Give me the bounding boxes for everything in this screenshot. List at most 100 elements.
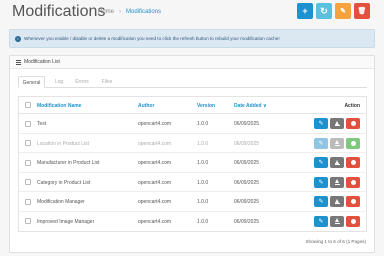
cell-version: 1.0.0 bbox=[197, 199, 209, 205]
panel-title: Modification List bbox=[24, 59, 60, 65]
delete-row-button[interactable] bbox=[346, 176, 360, 188]
column-action: Action bbox=[344, 103, 360, 109]
tab-files[interactable]: Files bbox=[100, 76, 114, 88]
circle-icon bbox=[350, 199, 356, 204]
cell-name: Modification Manager bbox=[37, 199, 85, 205]
disable-button[interactable] bbox=[330, 176, 344, 188]
table-row: Modification Manager opencart4.com 1.0.0… bbox=[19, 192, 366, 212]
edit-button[interactable]: ✎ bbox=[314, 196, 328, 207]
circle-icon bbox=[350, 121, 356, 126]
trash-icon: 🗑 bbox=[357, 8, 367, 15]
row-checkbox[interactable] bbox=[25, 198, 31, 205]
cell-name: Test bbox=[37, 121, 47, 127]
cell-version: 1.0.0 bbox=[197, 121, 209, 127]
add-button[interactable]: + bbox=[297, 3, 313, 19]
edit-button[interactable]: ✎ bbox=[314, 215, 328, 227]
cell-version: 1.0.0 bbox=[197, 140, 209, 147]
cell-name: Category in Product List bbox=[37, 179, 91, 186]
breadcrumb-modifications[interactable]: Modifications bbox=[126, 9, 161, 15]
edit-button[interactable]: ✎ bbox=[314, 137, 328, 149]
cell-author: opencart4.com bbox=[138, 199, 172, 205]
row-actions: ✎ bbox=[314, 157, 360, 168]
tab-general[interactable]: General bbox=[18, 76, 45, 88]
delete-row-button[interactable] bbox=[346, 157, 360, 168]
edit-button[interactable]: ✎ bbox=[314, 118, 328, 129]
refresh-icon: ↻ bbox=[320, 5, 328, 16]
eject-icon bbox=[334, 140, 340, 146]
pencil-icon: ✎ bbox=[318, 121, 324, 127]
table-row: Improved Image Manager opencart4.com 1.0… bbox=[19, 212, 366, 232]
pencil-icon: ✎ bbox=[318, 160, 324, 166]
modification-table: Modification Name Author Version Date Ad… bbox=[18, 96, 367, 232]
cell-version: 1.0.0 bbox=[197, 218, 209, 225]
alert-text: Whenever you enable / disable or delete … bbox=[24, 36, 280, 41]
circle-icon bbox=[350, 179, 356, 185]
row-actions: ✎ bbox=[314, 118, 360, 129]
select-all-checkbox[interactable] bbox=[25, 102, 31, 108]
circle-icon bbox=[350, 218, 356, 224]
disable-button[interactable] bbox=[330, 215, 344, 227]
disable-button[interactable] bbox=[330, 137, 344, 149]
eject-icon bbox=[334, 198, 340, 205]
cell-name: Location in Product List bbox=[37, 140, 89, 147]
row-checkbox[interactable] bbox=[25, 120, 31, 127]
column-version[interactable]: Version bbox=[197, 103, 215, 109]
eject-icon bbox=[334, 159, 340, 166]
edit-button[interactable]: ✎ bbox=[314, 176, 328, 188]
cell-author: opencart4.com bbox=[138, 160, 172, 166]
enable-button[interactable] bbox=[346, 137, 360, 149]
pencil-icon: ✎ bbox=[318, 199, 324, 205]
cell-author: opencart4.com bbox=[138, 140, 172, 147]
eject-icon bbox=[334, 179, 340, 185]
eject-icon bbox=[334, 120, 340, 127]
list-icon bbox=[16, 59, 21, 65]
delete-row-button[interactable] bbox=[346, 215, 360, 227]
cell-date: 06/09/2025 bbox=[234, 160, 260, 166]
cell-author: opencart4.com bbox=[138, 218, 172, 225]
cell-date: 06/09/2025 bbox=[234, 140, 260, 147]
cell-name: Manufacturer in Product List bbox=[37, 160, 100, 166]
column-date-added[interactable]: Date Added ∨ bbox=[234, 103, 267, 109]
column-name[interactable]: Modification Name bbox=[37, 103, 81, 109]
refresh-button[interactable]: ↻ bbox=[316, 3, 332, 19]
cell-date: 06/09/2025 bbox=[234, 121, 260, 127]
pencil-icon: ✎ bbox=[318, 140, 324, 147]
eject-icon bbox=[334, 218, 340, 224]
breadcrumb: Home › Modifications bbox=[98, 9, 161, 15]
tab-log[interactable]: Log bbox=[52, 76, 66, 88]
row-checkbox[interactable] bbox=[25, 218, 31, 224]
row-checkbox[interactable] bbox=[25, 179, 31, 185]
table-row: Location in Product List opencart4.com 1… bbox=[19, 134, 366, 153]
breadcrumb-home[interactable]: Home bbox=[98, 9, 114, 15]
disable-button[interactable] bbox=[330, 157, 344, 168]
delete-button[interactable]: 🗑 bbox=[354, 3, 370, 19]
table-header: Modification Name Author Version Date Ad… bbox=[19, 97, 366, 114]
delete-row-button[interactable] bbox=[346, 118, 360, 129]
cell-version: 1.0.0 bbox=[197, 160, 209, 166]
column-author[interactable]: Author bbox=[138, 103, 154, 109]
info-alert: i Whenever you enable / disable or delet… bbox=[9, 29, 375, 48]
edit-button[interactable]: ✎ bbox=[314, 157, 328, 168]
row-checkbox[interactable] bbox=[25, 140, 31, 146]
cell-author: opencart4.com bbox=[138, 121, 172, 127]
circle-icon bbox=[350, 160, 356, 165]
disable-button[interactable] bbox=[330, 118, 344, 129]
disable-button[interactable] bbox=[330, 196, 344, 207]
circle-icon bbox=[350, 140, 356, 146]
row-actions: ✎ bbox=[314, 176, 360, 188]
row-checkbox[interactable] bbox=[25, 159, 31, 166]
eraser-icon: ✎ bbox=[340, 8, 346, 15]
info-icon: i bbox=[15, 35, 21, 42]
clear-button[interactable]: ✎ bbox=[335, 3, 351, 19]
cell-date: 06/09/2025 bbox=[234, 199, 260, 205]
table-row: Test opencart4.com 1.0.0 06/09/2025 ✎ bbox=[19, 114, 366, 134]
cell-author: opencart4.com bbox=[138, 179, 172, 186]
pencil-icon: ✎ bbox=[318, 179, 324, 186]
row-actions: ✎ bbox=[314, 137, 360, 149]
row-actions: ✎ bbox=[314, 215, 360, 227]
cell-date: 06/09/2025 bbox=[234, 218, 260, 225]
tab-errors[interactable]: Errors bbox=[73, 76, 91, 88]
delete-row-button[interactable] bbox=[346, 196, 360, 207]
row-actions: ✎ bbox=[314, 196, 360, 207]
page-title: Modifications bbox=[12, 3, 106, 20]
